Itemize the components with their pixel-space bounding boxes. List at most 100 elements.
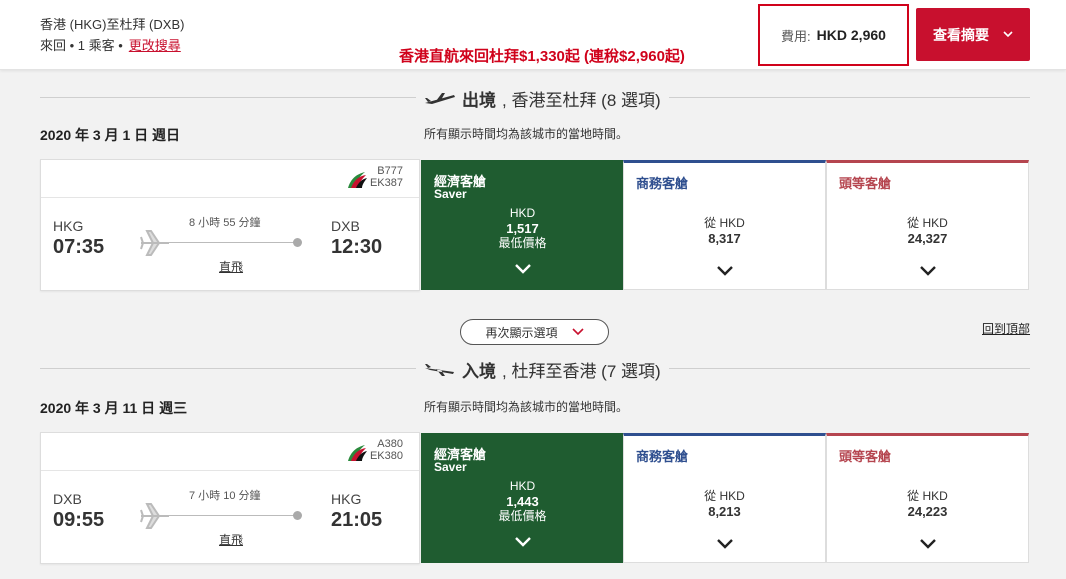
- chevron-down-icon: [919, 539, 936, 549]
- lowest-price-tag: 最低價格: [498, 509, 547, 523]
- fare-price: 從 HKD 8,317: [624, 216, 825, 246]
- cost-label: 費用:: [781, 28, 811, 44]
- fare-class: 商務客艙: [636, 176, 689, 191]
- chevron-down-icon: [1003, 31, 1013, 38]
- airplane-icon: [140, 503, 169, 529]
- reshow-label: 再次顯示選項: [485, 325, 558, 340]
- local-time-note: 所有顯示時間均為該城市的當地時間。: [424, 400, 629, 414]
- change-search-link[interactable]: 更改搜尋: [129, 38, 181, 53]
- first-fare-option[interactable]: 頭等客艙 從 HKD 24,327: [826, 160, 1029, 290]
- fare-price: 從 HKD 24,327: [827, 216, 1028, 246]
- outbound-label: 出境: [462, 91, 496, 110]
- outbound-heading: 出境 , 香港至杜拜 (8 選項): [40, 86, 1030, 111]
- business-fare-option[interactable]: 商務客艙 從 HKD 8,317: [623, 160, 826, 290]
- inbound-heading: 入境 , 杜拜至香港 (7 選項): [40, 357, 1030, 382]
- price-value: 24,327: [907, 231, 948, 246]
- lowest-price-tag: 最低價格: [498, 236, 547, 250]
- fare-tier: Saver: [434, 187, 467, 201]
- divider: [660, 368, 1030, 369]
- fare-price: 從 HKD 24,223: [827, 489, 1028, 519]
- fare-price: HKD 1,443 最低價格: [422, 479, 623, 524]
- arrival-code: HKG: [331, 491, 362, 507]
- arrival-code: DXB: [331, 218, 360, 234]
- chevron-down-icon: [716, 266, 733, 276]
- departure-time: 09:55: [53, 509, 105, 531]
- from-currency: 從 HKD: [704, 216, 745, 230]
- trip-info: 來回 • 1 乘客 • 更改搜尋: [40, 35, 181, 54]
- aircraft-info: A380 EK380: [369, 438, 403, 462]
- inbound-date: 2020 年 3 月 11 日 週三: [40, 400, 188, 416]
- price-value: 8,213: [708, 504, 741, 519]
- inbound-label: 入境: [462, 362, 496, 381]
- outbound-flight-card[interactable]: B777 EK387 HKG 07:35 8 小時 55 分鐘 DXB 12:3…: [40, 159, 420, 291]
- back-to-top-link[interactable]: 回到頂部: [982, 320, 1030, 337]
- departure-time: 07:35: [53, 236, 105, 258]
- inbound-route: , 杜拜至香港 (7 選項): [502, 362, 661, 381]
- flight-duration: 8 小時 55 分鐘: [189, 217, 261, 229]
- currency: HKD: [509, 206, 536, 220]
- nonstop-link[interactable]: 直飛: [219, 258, 243, 275]
- price-value: 1,517: [506, 221, 539, 236]
- inbound-title: 入境 , 杜拜至香港 (7 選項): [416, 357, 669, 382]
- inbound-flight-card[interactable]: A380 EK380 DXB 09:55 7 小時 10 分鐘 HKG 21:0…: [40, 432, 420, 564]
- departure-code: DXB: [53, 491, 82, 507]
- business-fare-option[interactable]: 商務客艙 從 HKD 8,213: [623, 433, 826, 563]
- route-end-dot: [293, 238, 302, 247]
- flight-number: EK387: [369, 177, 403, 189]
- fare-class: 商務客艙: [636, 449, 689, 464]
- fare-price: HKD 1,517 最低價格: [422, 206, 623, 251]
- cost-amount: HKD 2,960: [816, 27, 886, 43]
- card-header: B777 EK387: [41, 160, 419, 198]
- fare-tier: Saver: [434, 460, 467, 474]
- currency: HKD: [509, 479, 536, 493]
- price-value: 1,443: [506, 494, 539, 509]
- flight-number: EK380: [369, 450, 403, 462]
- divider: [40, 368, 420, 369]
- first-fare-option[interactable]: 頭等客艙 從 HKD 24,223: [826, 433, 1029, 563]
- emirates-logo-icon: [348, 445, 367, 461]
- chevron-down-icon: [514, 537, 531, 547]
- route-summary: 香港 (HKG)至杜拜 (DXB): [40, 17, 185, 32]
- arrival-time: 21:05: [331, 509, 383, 531]
- airplane-icon: [425, 363, 454, 376]
- price-value: 8,317: [708, 231, 741, 246]
- chevron-down-icon: [571, 328, 584, 336]
- divider: [40, 97, 420, 98]
- airplane-icon: [140, 230, 169, 256]
- total-cost: 費用: HKD 2,960: [758, 4, 909, 66]
- aircraft-info: B777 EK387: [369, 165, 403, 189]
- reshow-options-button[interactable]: 再次顯示選項: [460, 319, 609, 345]
- fare-class: 頭等客艙: [839, 449, 892, 464]
- chevron-down-icon: [716, 539, 733, 549]
- outbound-date: 2020 年 3 月 1 日 週日: [40, 127, 181, 143]
- economy-fare-option[interactable]: 經濟客艙 Saver HKD 1,443 最低價格: [421, 433, 624, 563]
- outbound-title: 出境 , 香港至杜拜 (8 選項): [416, 86, 669, 111]
- from-currency: 從 HKD: [907, 489, 948, 503]
- route-end-dot: [293, 511, 302, 520]
- departure-code: HKG: [53, 218, 84, 234]
- divider: [660, 97, 1030, 98]
- price-value: 24,223: [907, 504, 948, 519]
- fare-price: 從 HKD 8,213: [624, 489, 825, 519]
- local-time-note: 所有顯示時間均為該城市的當地時間。: [424, 127, 629, 141]
- from-currency: 從 HKD: [907, 216, 948, 230]
- airplane-icon: [425, 92, 455, 104]
- from-currency: 從 HKD: [704, 489, 745, 503]
- promo-banner: 香港直航來回杜拜$1,330起 (連稅$2,960起): [399, 48, 685, 65]
- aircraft-type: B777: [377, 165, 403, 177]
- trip-details: 來回 • 1 乘客 •: [40, 38, 123, 53]
- fare-class: 頭等客艙: [839, 176, 892, 191]
- card-header: A380 EK380: [41, 433, 419, 471]
- top-bar: 香港 (HKG)至杜拜 (DXB) 來回 • 1 乘客 • 更改搜尋 香港直航來回…: [0, 0, 1066, 70]
- nonstop-link[interactable]: 直飛: [219, 531, 243, 548]
- emirates-logo-icon: [348, 172, 367, 188]
- chevron-down-icon: [919, 266, 936, 276]
- flight-duration: 7 小時 10 分鐘: [189, 490, 261, 502]
- arrival-time: 12:30: [331, 236, 383, 258]
- summary-label: 查看摘要: [933, 26, 989, 43]
- aircraft-type: A380: [377, 438, 403, 450]
- outbound-route: , 香港至杜拜 (8 選項): [502, 91, 661, 110]
- economy-fare-option[interactable]: 經濟客艙 Saver HKD 1,517 最低價格: [421, 160, 624, 290]
- chevron-down-icon: [514, 264, 531, 274]
- view-summary-button[interactable]: 查看摘要: [916, 8, 1030, 61]
